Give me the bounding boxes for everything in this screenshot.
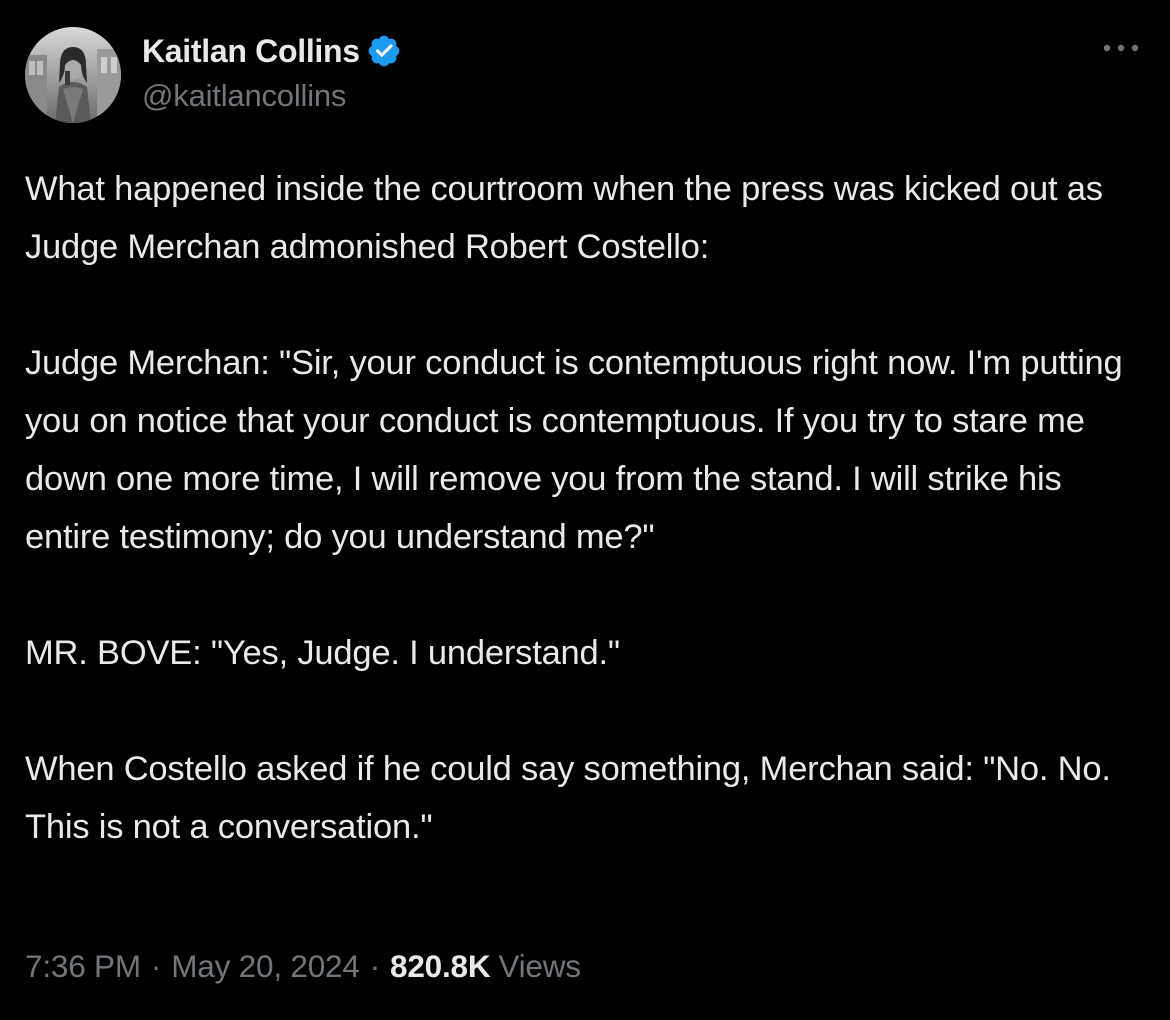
tweet-paragraph: MR. BOVE: "Yes, Judge. I understand.": [25, 634, 620, 672]
tweet-text: What happened inside the courtroom when …: [25, 160, 1145, 856]
views-label[interactable]: Views: [498, 948, 581, 985]
profile-photo: [25, 27, 121, 123]
meta-separator: ·: [369, 948, 381, 984]
tweet: Kaitlan Collins @kaitlancollins What hap…: [0, 0, 1170, 1020]
meta-separator: ·: [150, 948, 162, 984]
more-options-button[interactable]: [1098, 36, 1144, 60]
tweet-paragraph: What happened inside the courtroom when …: [25, 170, 1103, 266]
author-name[interactable]: Kaitlan Collins: [142, 33, 360, 70]
tweet-time[interactable]: 7:36 PM: [25, 948, 141, 985]
more-horizontal-icon: [1103, 44, 1139, 52]
author-handle[interactable]: @kaitlancollins: [142, 78, 346, 114]
author-name-row: Kaitlan Collins: [142, 28, 402, 74]
avatar[interactable]: [25, 27, 121, 123]
tweet-paragraph: Judge Merchan: "Sir, your conduct is con…: [25, 344, 1123, 556]
tweet-date[interactable]: May 20, 2024: [171, 948, 360, 985]
views-count[interactable]: 820.8K: [390, 948, 491, 985]
verified-badge-icon[interactable]: [366, 33, 402, 69]
tweet-paragraph: When Costello asked if he could say some…: [25, 750, 1111, 846]
tweet-meta: 7:36 PM · May 20, 2024 · 820.8K Views: [25, 948, 581, 985]
